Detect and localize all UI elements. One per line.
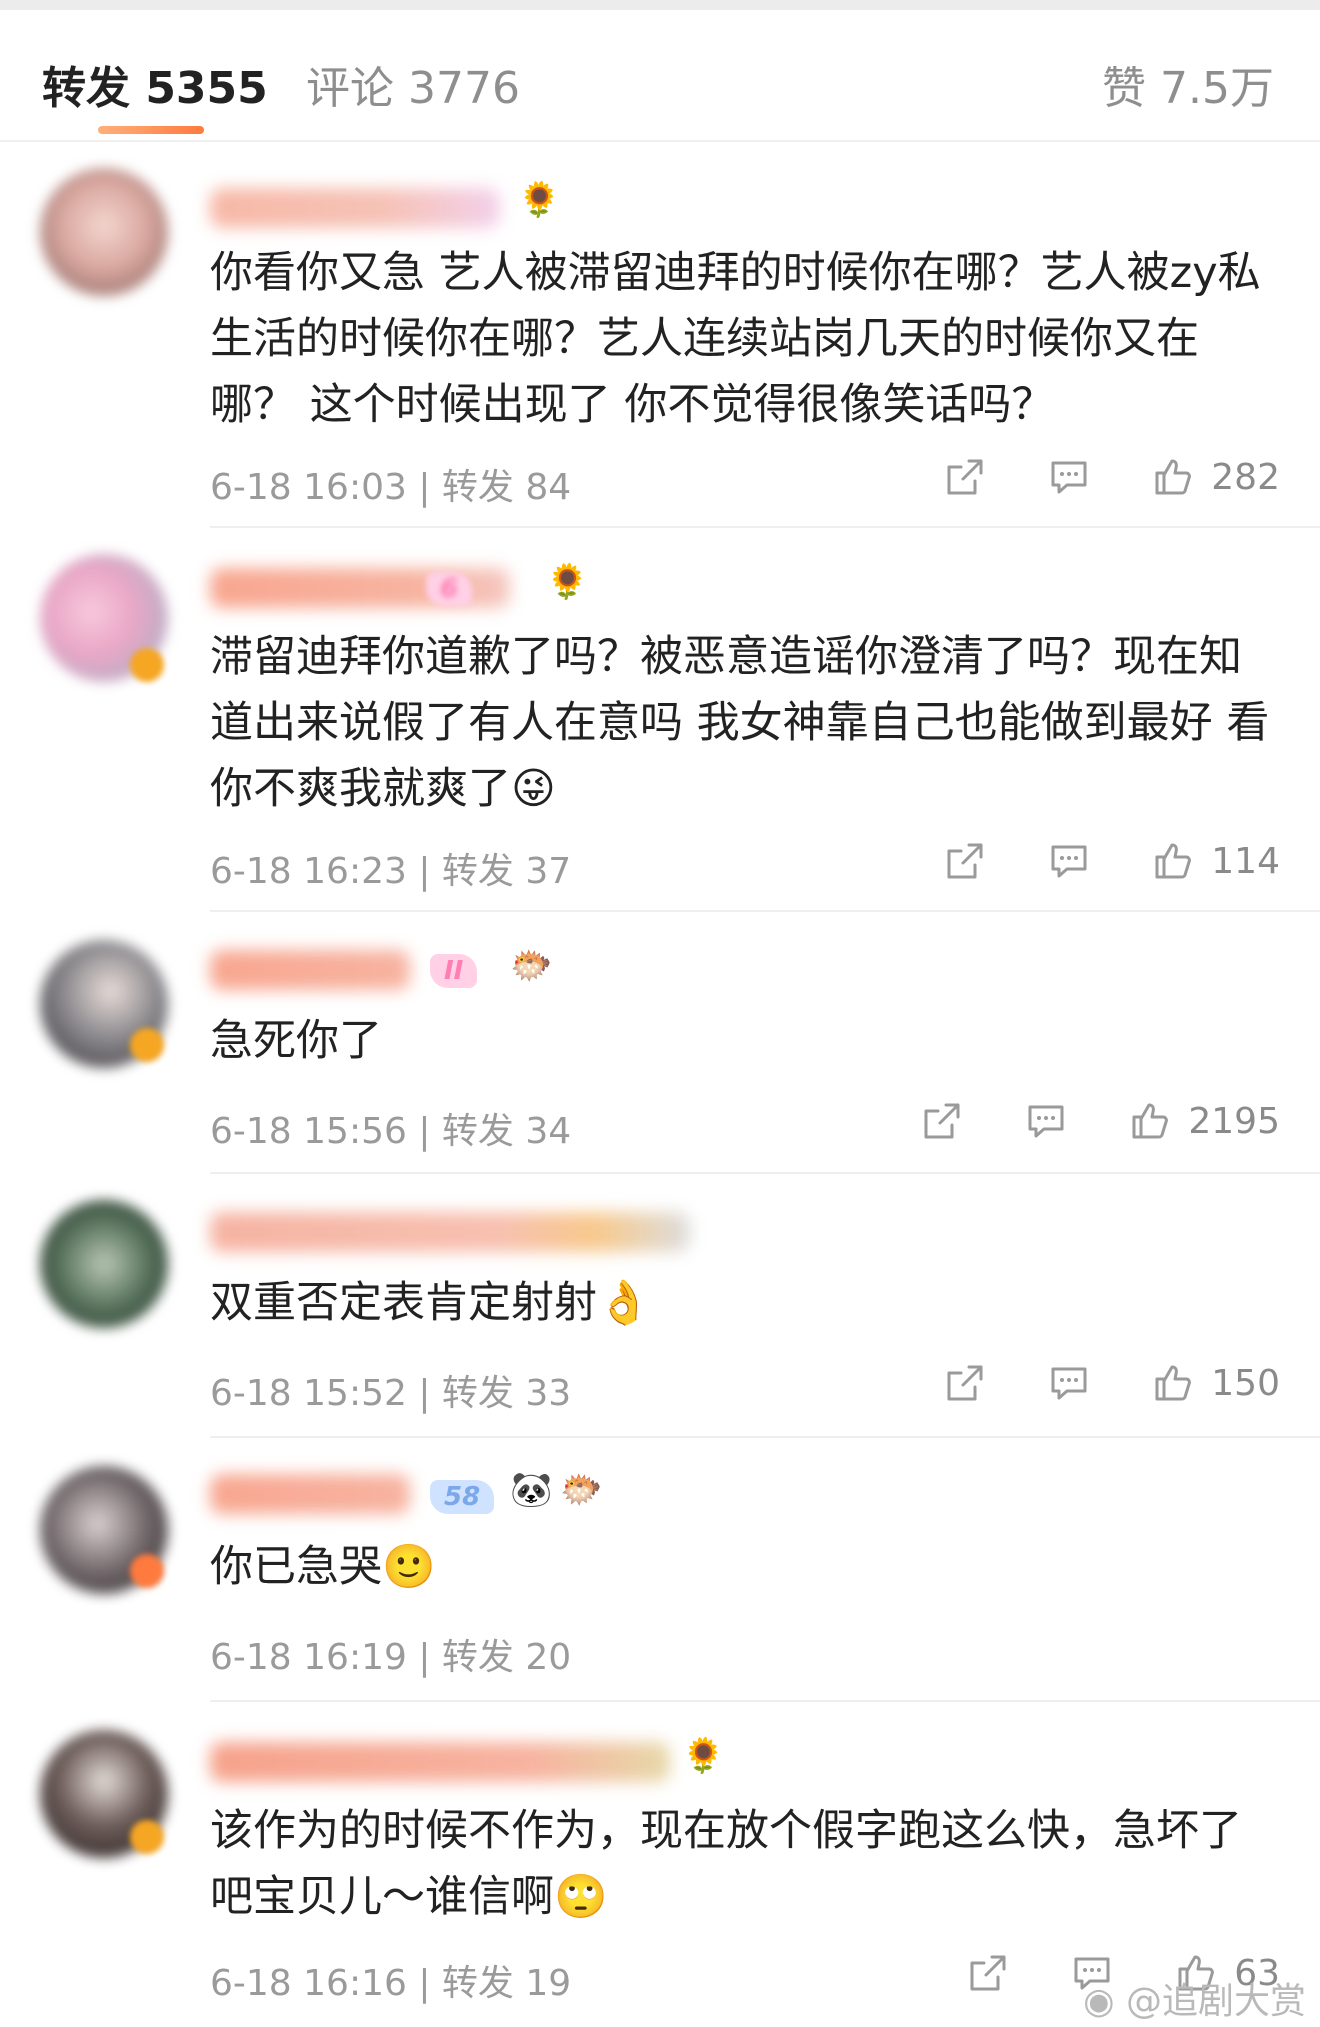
comment-meta: 6-18 16:19 | 转发 20: [210, 1637, 572, 1678]
comment-icon[interactable]: [1047, 455, 1091, 499]
like-count: 2195: [1188, 1100, 1280, 1142]
comment-actions: 2195: [920, 1096, 1280, 1146]
like-icon[interactable]: [1151, 455, 1195, 499]
comment-meta: 6-18 16:16 | 转发 19: [210, 1963, 572, 2004]
comment-text: 双重否定表肯定射射👌: [210, 1278, 651, 1328]
verified-badge: [130, 1028, 164, 1062]
level-badge: 58: [430, 1480, 495, 1514]
watermark: ◉ @追剧大赏: [1083, 1972, 1306, 2024]
row-divider: [210, 1172, 1320, 1174]
comment-icon[interactable]: [1024, 1099, 1068, 1143]
verified-badge: [130, 1820, 164, 1854]
share-icon[interactable]: [943, 839, 987, 883]
verified-badge: [130, 648, 164, 682]
comment-meta: 6-18 16:03 | 转发 84: [210, 467, 572, 508]
avatar[interactable]: [40, 1200, 168, 1328]
top-strip: [0, 0, 1320, 10]
row-divider: [210, 910, 1320, 912]
panda-icon: 🐼: [510, 1470, 553, 1510]
verified-badge: [130, 1554, 164, 1588]
comment-actions: 114: [943, 836, 1280, 886]
like-icon[interactable]: [1128, 1099, 1172, 1143]
weibo-logo-icon: ◉: [1083, 1981, 1126, 2022]
level-badge: II: [430, 954, 478, 988]
share-icon[interactable]: [966, 1951, 1010, 1995]
comment-text: 你已急哭🙂: [210, 1542, 436, 1592]
comment-icon[interactable]: [1047, 839, 1091, 883]
row-divider: [210, 1436, 1320, 1438]
tab-bar: 转发 5355 评论 3776 赞 7.5万: [0, 10, 1320, 140]
comment-text: 滞留迪拜你道歉了吗？被恶意造谣你澄清了吗？现在知道出来说假了有人在意吗 我女神靠…: [210, 632, 1270, 814]
username[interactable]: [210, 1742, 670, 1782]
comment-meta: 6-18 15:56 | 转发 34: [210, 1111, 572, 1152]
tab-active-indicator: [98, 126, 204, 134]
like-count: 150: [1211, 1362, 1280, 1404]
avatar[interactable]: [40, 168, 168, 296]
comment-text: 你看你又急 艺人被滞留迪拜的时候你在哪？艺人被zy私生活的时候你在哪？艺人连续站…: [210, 248, 1261, 430]
row-divider: [210, 1700, 1320, 1702]
tab-like[interactable]: 赞 7.5万: [1102, 52, 1274, 116]
pufferfish-icon: 🐡: [560, 1470, 603, 1510]
comment-actions: 150: [943, 1358, 1280, 1408]
share-icon[interactable]: [943, 1361, 987, 1405]
tabs-divider: [0, 140, 1320, 142]
watermark-text: @追剧大赏: [1125, 1981, 1306, 2022]
level-badge: 6: [426, 572, 473, 606]
share-icon[interactable]: [943, 455, 987, 499]
comment-icon[interactable]: [1047, 1361, 1091, 1405]
comment-text: 急死你了: [210, 1016, 382, 1066]
comment-actions: 282: [943, 452, 1280, 502]
sunflower-icon: 🌻: [682, 1736, 725, 1776]
like-icon[interactable]: [1151, 1361, 1195, 1405]
username[interactable]: [210, 1474, 410, 1514]
pufferfish-icon: 🐡: [510, 946, 553, 986]
like-icon[interactable]: [1151, 839, 1195, 883]
tab-comment[interactable]: 评论 3776: [306, 52, 520, 116]
username[interactable]: [210, 1212, 690, 1252]
username[interactable]: [210, 188, 500, 228]
comment-meta: 6-18 16:23 | 转发 37: [210, 851, 572, 892]
sunflower-icon: 🌻: [546, 562, 589, 602]
sunflower-icon: 🌻: [518, 180, 561, 220]
username[interactable]: [210, 950, 410, 990]
like-count: 114: [1211, 840, 1280, 882]
tab-repost[interactable]: 转发 5355: [42, 52, 268, 116]
share-icon[interactable]: [920, 1099, 964, 1143]
comment-meta: 6-18 15:52 | 转发 33: [210, 1373, 572, 1414]
comment-text: 该作为的时候不作为，现在放个假字跑这么快，急坏了吧宝贝儿～谁信啊🙄: [210, 1806, 1242, 1922]
row-divider: [210, 526, 1320, 528]
like-count: 282: [1211, 456, 1280, 498]
